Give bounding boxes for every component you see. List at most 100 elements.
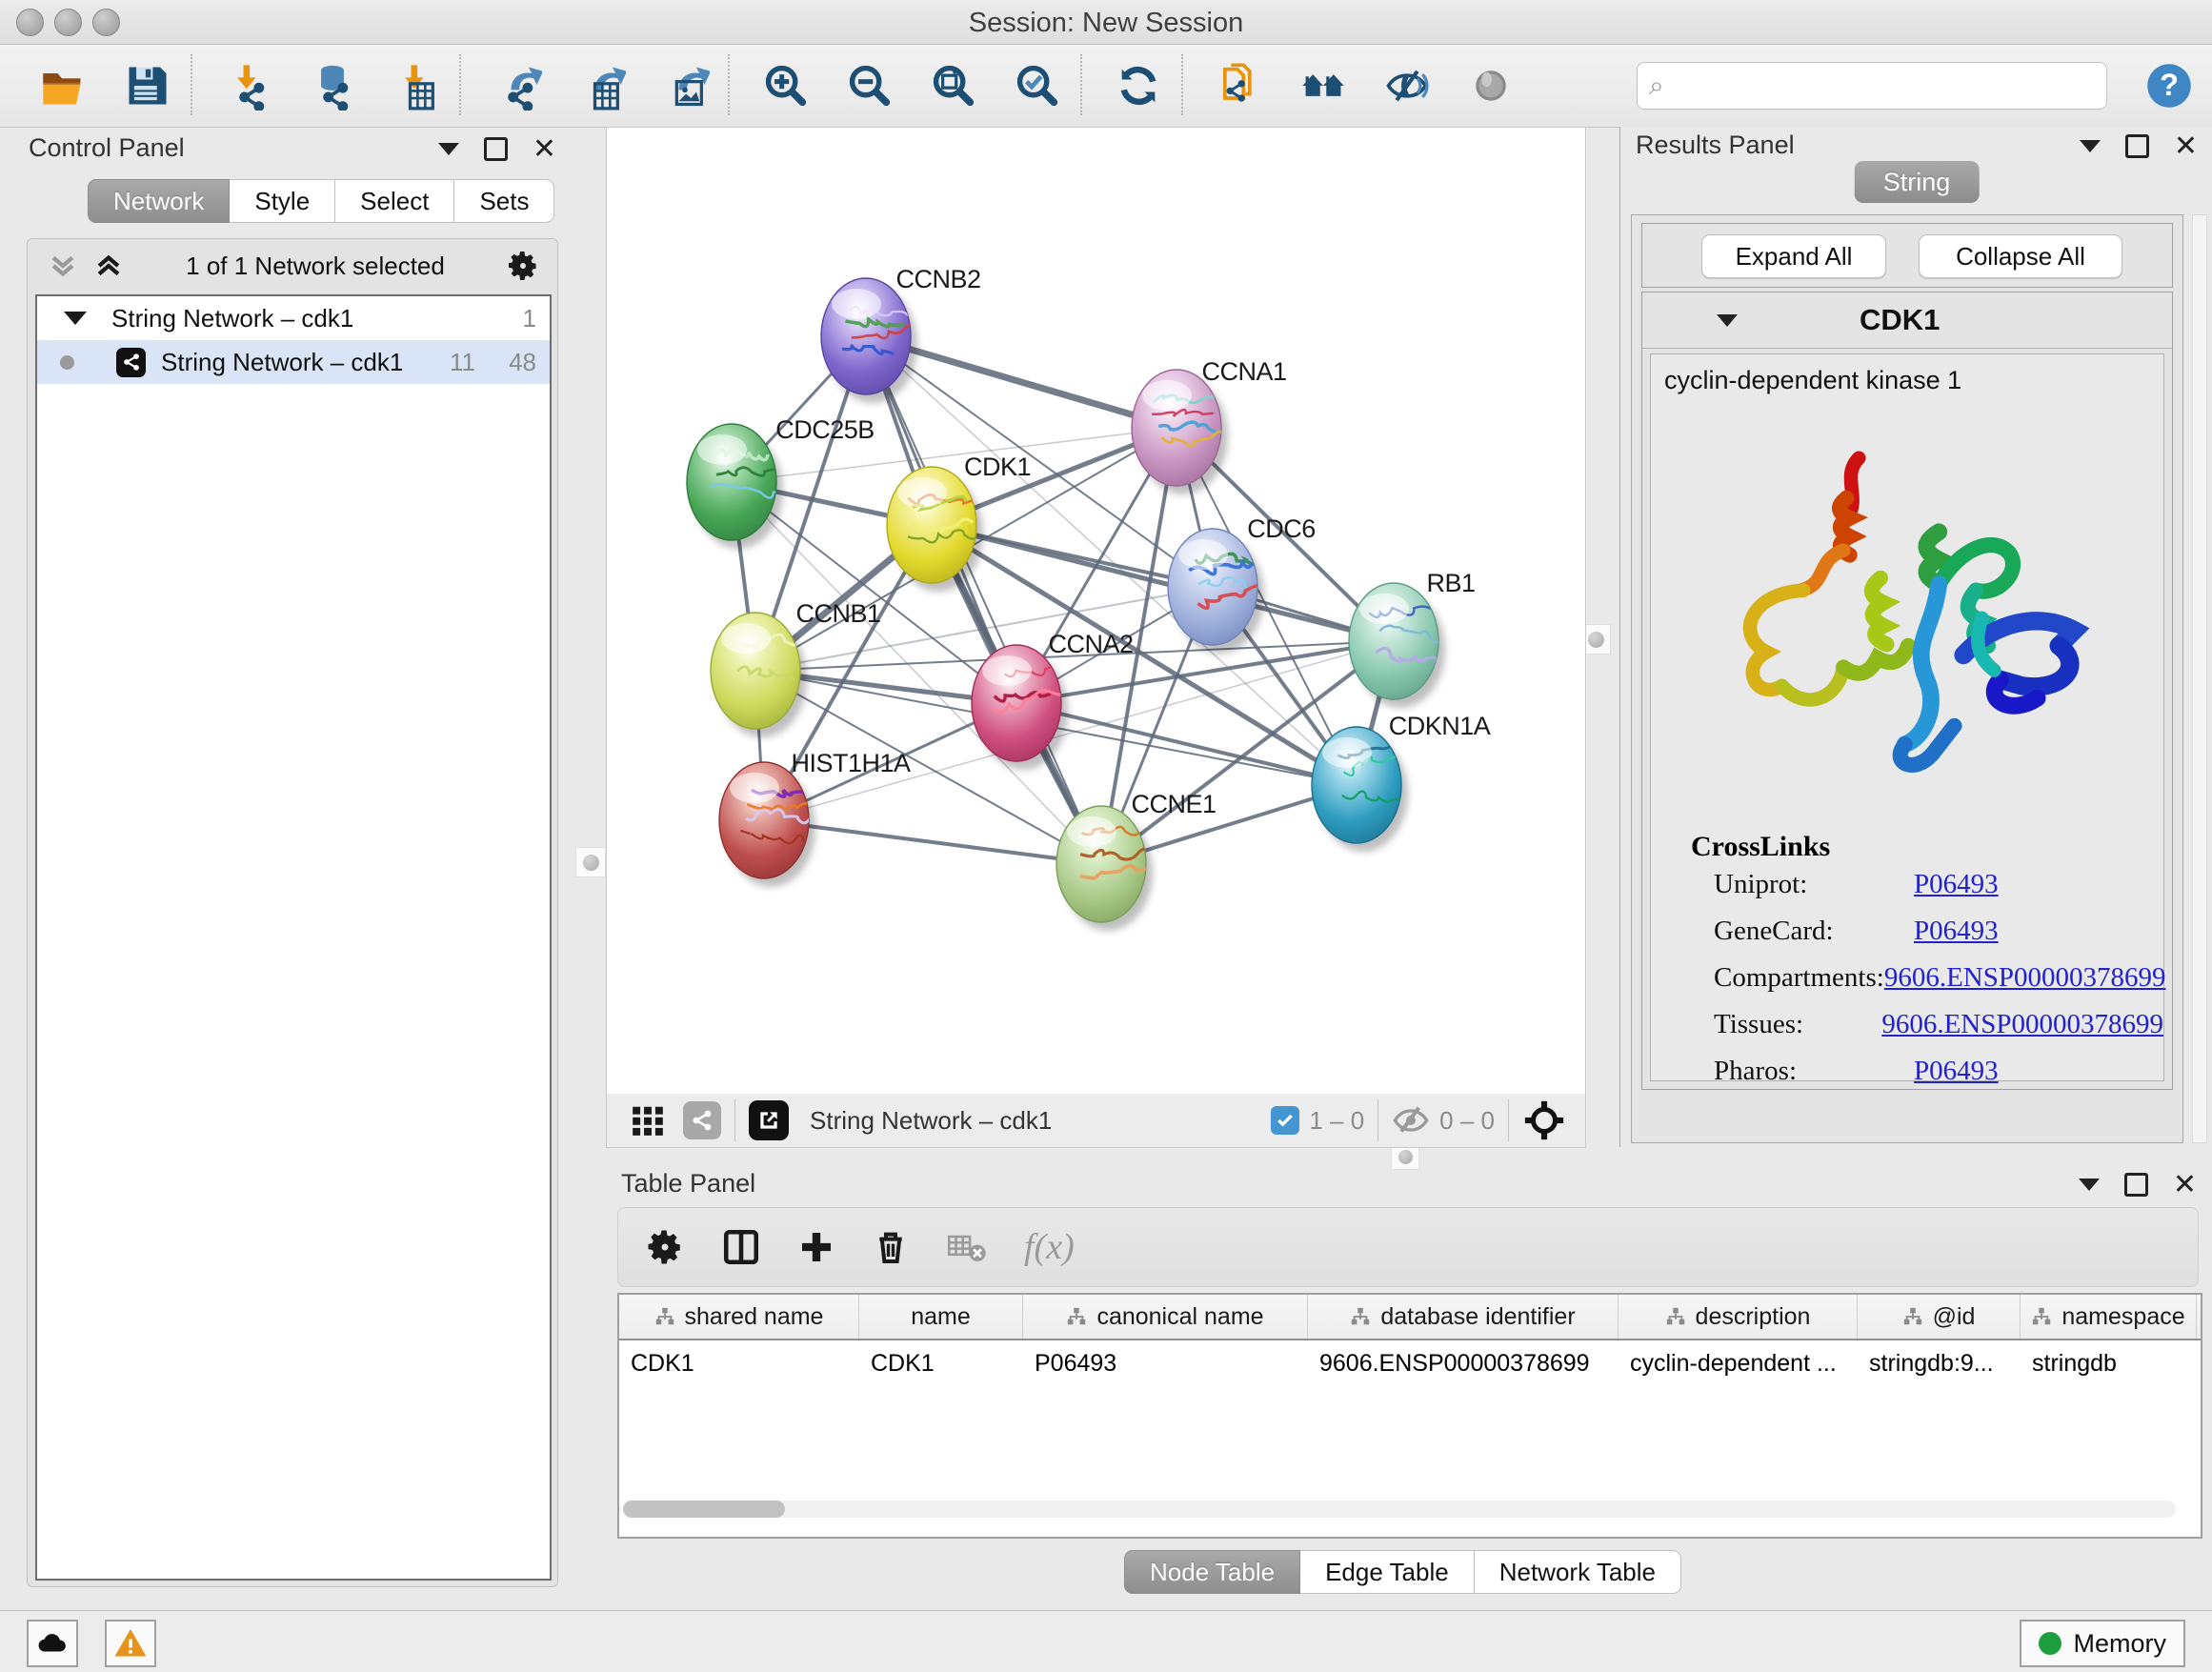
tab-network[interactable]: Network bbox=[88, 179, 230, 223]
expand-all-icon[interactable] bbox=[92, 250, 125, 282]
gene-expander-icon[interactable] bbox=[1717, 314, 1738, 327]
column-header-shared-name[interactable]: shared name bbox=[619, 1295, 859, 1339]
string-view-icon[interactable] bbox=[683, 1101, 721, 1139]
houses-button[interactable] bbox=[1296, 58, 1351, 113]
open-folder-button[interactable] bbox=[36, 58, 91, 113]
results-float-icon[interactable] bbox=[2125, 134, 2149, 158]
tab-select[interactable]: Select bbox=[335, 179, 454, 223]
node-RB1[interactable]: RB1 bbox=[1349, 569, 1476, 708]
cell-database-identifier[interactable]: 9606.ENSP00000378699 bbox=[1308, 1340, 1619, 1390]
cell-description[interactable]: cyclin-dependent ... bbox=[1619, 1340, 1858, 1390]
node-CCNA1[interactable]: CCNA1 bbox=[1132, 357, 1287, 494]
crosslink-link[interactable]: P06493 bbox=[1914, 869, 1999, 900]
crosslink-link[interactable]: 9606.ENSP00000378699 bbox=[1884, 962, 2166, 994]
tab-network-table[interactable]: Network Table bbox=[1475, 1550, 1681, 1594]
export-image-button[interactable] bbox=[657, 58, 713, 113]
column-header--id[interactable]: @id bbox=[1858, 1295, 2021, 1339]
refresh-button[interactable] bbox=[1111, 58, 1166, 113]
column-header-name[interactable]: name bbox=[859, 1295, 1023, 1339]
document-network-button[interactable] bbox=[1212, 58, 1267, 113]
edge-CCNB2-CCNE1[interactable] bbox=[866, 336, 1101, 864]
results-scrollbar[interactable] bbox=[2192, 214, 2207, 1143]
search-input[interactable] bbox=[1664, 71, 2106, 101]
zoom-in-button[interactable] bbox=[758, 58, 814, 113]
tab-style[interactable]: Style bbox=[230, 179, 335, 223]
grid-view-icon[interactable] bbox=[630, 1102, 666, 1138]
node-CCNE1[interactable]: CCNE1 bbox=[1056, 790, 1217, 931]
column-header-canonical-name[interactable]: canonical name bbox=[1023, 1295, 1308, 1339]
export-table-button[interactable] bbox=[573, 58, 629, 113]
selected-checkbox-icon[interactable] bbox=[1271, 1106, 1299, 1135]
import-table-button[interactable] bbox=[389, 58, 444, 113]
tab-edge-table[interactable]: Edge Table bbox=[1300, 1550, 1475, 1594]
node-CDKN1A[interactable]: CDKN1A bbox=[1312, 712, 1491, 852]
edge-CDK1-RB1[interactable] bbox=[932, 525, 1394, 641]
crosslink-link[interactable]: 9606.ENSP00000378699 bbox=[1881, 1009, 2163, 1040]
cell-shared-name[interactable]: CDK1 bbox=[619, 1340, 859, 1390]
network-collection-row[interactable]: String Network – cdk1 1 bbox=[37, 296, 550, 340]
node-CCNA2[interactable]: CCNA2 bbox=[972, 630, 1134, 770]
node-CDC25B[interactable]: CDC25B bbox=[687, 415, 875, 549]
table-close-icon[interactable]: ✕ bbox=[2173, 1176, 2197, 1195]
network-row[interactable]: String Network – cdk1 11 48 bbox=[37, 340, 550, 384]
cell-canonical-name[interactable]: P06493 bbox=[1023, 1340, 1308, 1390]
warning-button[interactable] bbox=[105, 1620, 156, 1667]
gear-icon[interactable] bbox=[506, 249, 540, 283]
cell-namespace[interactable]: stringdb bbox=[2021, 1340, 2197, 1390]
cell-name[interactable]: CDK1 bbox=[859, 1340, 1023, 1390]
delete-column-icon[interactable] bbox=[872, 1228, 910, 1266]
edge-RB1-HIST1H1A[interactable] bbox=[764, 641, 1394, 820]
node-label-CCNE1: CCNE1 bbox=[1131, 790, 1216, 818]
help-button[interactable]: ? bbox=[2142, 58, 2197, 113]
results-buttons-box: Expand All Collapse All bbox=[1641, 223, 2173, 288]
vertical-splitter-handle-left[interactable] bbox=[575, 847, 606, 877]
node-CCNB1[interactable]: CCNB1 bbox=[711, 599, 881, 737]
tab-sets[interactable]: Sets bbox=[454, 179, 554, 223]
export-network-button[interactable] bbox=[490, 58, 545, 113]
gene-header-row[interactable]: CDK1 bbox=[1642, 292, 2172, 349]
open-view-icon[interactable] bbox=[749, 1100, 789, 1140]
panel-close-icon[interactable]: ✕ bbox=[533, 140, 556, 159]
show-columns-icon[interactable] bbox=[721, 1227, 761, 1267]
table-float-icon[interactable] bbox=[2124, 1173, 2148, 1197]
cell--id[interactable]: stringdb:9... bbox=[1858, 1340, 2021, 1390]
node-CCNB2[interactable]: CCNB2 bbox=[821, 265, 981, 403]
import-database-button[interactable] bbox=[305, 58, 360, 113]
collapse-all-button[interactable]: Collapse All bbox=[1919, 234, 2122, 278]
panel-menu-icon[interactable] bbox=[438, 143, 459, 155]
node-HIST1H1A[interactable]: HIST1H1A bbox=[719, 749, 911, 887]
results-tab-string[interactable]: String bbox=[1855, 161, 1980, 203]
results-menu-icon[interactable] bbox=[2080, 140, 2101, 152]
column-header-database-identifier[interactable]: database identifier bbox=[1308, 1295, 1619, 1339]
import-network-button[interactable] bbox=[221, 58, 276, 113]
results-close-icon[interactable]: ✕ bbox=[2174, 137, 2198, 156]
panel-float-icon[interactable] bbox=[484, 137, 508, 161]
memory-button[interactable]: Memory bbox=[2020, 1620, 2185, 1667]
table-row[interactable]: CDK1CDK1P064939606.ENSP00000378699cyclin… bbox=[619, 1340, 2201, 1390]
cloud-button[interactable] bbox=[27, 1620, 78, 1667]
zoom-out-button[interactable] bbox=[842, 58, 897, 113]
column-header-description[interactable]: description bbox=[1619, 1295, 1858, 1339]
save-floppy-button[interactable] bbox=[120, 58, 175, 113]
crosslink-link[interactable]: P06493 bbox=[1914, 1056, 1999, 1087]
collapse-all-icon[interactable] bbox=[47, 250, 79, 282]
search-box[interactable]: ⌕ bbox=[1637, 62, 2107, 110]
zoom-fit-button[interactable] bbox=[926, 58, 981, 113]
table-hscrollbar[interactable] bbox=[623, 1501, 2176, 1518]
birds-eye-icon[interactable] bbox=[1522, 1098, 1566, 1142]
table-settings-gear-icon[interactable] bbox=[645, 1227, 685, 1267]
node-CDC6[interactable]: CDC6 bbox=[1168, 514, 1316, 654]
column-header-namespace[interactable]: namespace bbox=[2021, 1295, 2197, 1339]
tab-node-table[interactable]: Node Table bbox=[1124, 1550, 1300, 1594]
expand-all-button[interactable]: Expand All bbox=[1701, 234, 1886, 278]
collection-expander-icon[interactable] bbox=[64, 312, 87, 325]
toolbar-separator bbox=[1181, 54, 1183, 115]
network-canvas[interactable]: CCNB2 CCNA1 CDC25B CDK1 CDC6 bbox=[606, 127, 1586, 1096]
add-column-icon[interactable] bbox=[797, 1228, 835, 1266]
hide-eye-slash-button[interactable] bbox=[1379, 58, 1435, 113]
table-menu-icon[interactable] bbox=[2079, 1178, 2100, 1191]
crosslink-link[interactable]: P06493 bbox=[1914, 916, 1999, 947]
eye-disabled-button[interactable] bbox=[1463, 58, 1518, 113]
table-hscroll-thumb[interactable] bbox=[623, 1501, 785, 1518]
zoom-selected-button[interactable] bbox=[1010, 58, 1065, 113]
